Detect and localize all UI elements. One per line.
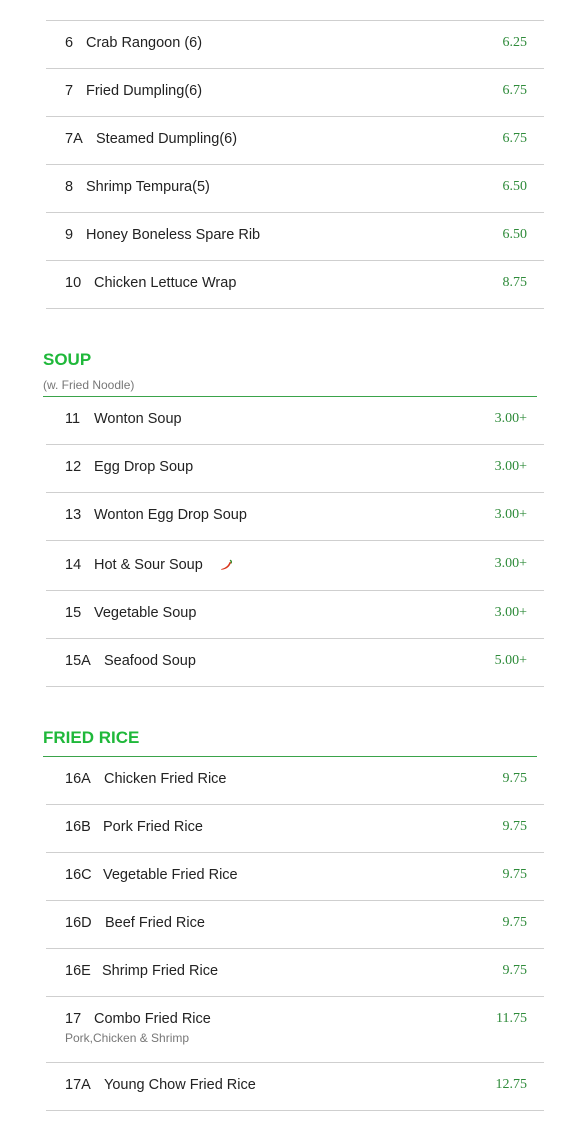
item-name: Shrimp Fried Rice [102, 963, 219, 979]
item-price: 9.75 [502, 867, 528, 882]
item-price: 6.50 [502, 227, 528, 242]
item-price: 12.75 [495, 1077, 528, 1092]
item-price: 5.00+ [494, 653, 527, 668]
item-price: 6.75 [502, 83, 528, 98]
item-price: 9.75 [502, 915, 528, 930]
item-price: 3.00+ [494, 556, 527, 571]
item-number: 16D [65, 915, 92, 931]
item-number: 12 [65, 459, 82, 475]
item-price: 9.75 [502, 771, 528, 786]
item-number: 7A [65, 131, 83, 147]
item-number: 15 [65, 605, 82, 621]
item-name: Combo Fried Rice [94, 1011, 211, 1027]
item-name: Pork Fried Rice [103, 819, 203, 835]
item-name: Crab Rangoon (6) [86, 35, 203, 51]
menu-row-partial [46, 0, 544, 21]
menu-item-12[interactable]: 12 Egg Drop Soup 3.00+ [46, 445, 544, 493]
item-name: Honey Boneless Spare Rib [86, 227, 261, 243]
item-number: 9 [65, 227, 74, 243]
menu-item-9[interactable]: 9 Honey Boneless Spare Rib 6.50 [46, 213, 544, 261]
item-number: 7 [65, 83, 74, 99]
item-number: 16E [65, 963, 91, 979]
menu-item-16e[interactable]: 16E Shrimp Fried Rice 9.75 [46, 949, 544, 997]
menu-item-13[interactable]: 13 Wonton Egg Drop Soup 3.00+ [46, 493, 544, 541]
item-name: Hot & Sour Soup [94, 557, 203, 573]
item-name: Fried Dumpling(6) [86, 83, 203, 99]
item-name: Egg Drop Soup [94, 459, 194, 475]
item-price: 3.00+ [494, 507, 527, 522]
item-price: 3.00+ [494, 605, 527, 620]
chili-pepper-icon [221, 559, 233, 570]
item-description: Pork,Chicken & Shrimp [65, 1031, 190, 1045]
item-number: 13 [65, 507, 82, 523]
item-price: 6.25 [502, 35, 528, 50]
menu-item-11[interactable]: 11 Wonton Soup 3.00+ [46, 397, 544, 445]
item-name: Seafood Soup [104, 653, 196, 669]
item-name: Wonton Soup [94, 411, 182, 427]
item-name: Chicken Lettuce Wrap [94, 275, 237, 291]
menu-item-16a[interactable]: 16A Chicken Fried Rice 9.75 [46, 757, 544, 805]
item-number: 16B [65, 819, 91, 835]
item-price: 3.00+ [494, 459, 527, 474]
item-price: 8.75 [502, 275, 528, 290]
menu-item-14[interactable]: 14 Hot & Sour Soup 3.00+ [46, 541, 544, 591]
item-name: Young Chow Fried Rice [104, 1077, 256, 1093]
item-name: Chicken Fried Rice [104, 771, 227, 787]
item-price: 6.75 [502, 131, 528, 146]
menu-item-15[interactable]: 15 Vegetable Soup 3.00+ [46, 591, 544, 639]
menu-item-6[interactable]: 6 Crab Rangoon (6) 6.25 [46, 21, 544, 69]
item-number: 16C [65, 867, 92, 883]
section-subtitle-soup: (w. Fried Noodle) [43, 378, 135, 392]
menu-item-17[interactable]: 17 Combo Fried Rice Pork,Chicken & Shrim… [46, 997, 544, 1063]
menu-item-16d[interactable]: 16D Beef Fried Rice 9.75 [46, 901, 544, 949]
item-name: Vegetable Soup [94, 605, 197, 621]
menu-item-7[interactable]: 7 Fried Dumpling(6) 6.75 [46, 69, 544, 117]
item-price: 6.50 [502, 179, 528, 194]
item-price: 9.75 [502, 819, 528, 834]
menu-item-16c[interactable]: 16C Vegetable Fried Rice 9.75 [46, 853, 544, 901]
section-title-soup: SOUP [43, 350, 92, 369]
menu-item-8[interactable]: 8 Shrimp Tempura(5) 6.50 [46, 165, 544, 213]
item-price: 11.75 [496, 1011, 527, 1026]
menu-item-10[interactable]: 10 Chicken Lettuce Wrap 8.75 [46, 261, 544, 309]
item-name: Vegetable Fried Rice [103, 867, 238, 883]
item-number: 6 [65, 35, 74, 51]
section-title-fried-rice: FRIED RICE [43, 728, 140, 747]
item-number: 17 [65, 1011, 82, 1027]
menu-item-17a[interactable]: 17A Young Chow Fried Rice 12.75 [46, 1063, 544, 1111]
item-price: 9.75 [502, 963, 528, 978]
menu-item-16b[interactable]: 16B Pork Fried Rice 9.75 [46, 805, 544, 853]
item-number: 15A [65, 653, 91, 669]
item-name: Wonton Egg Drop Soup [94, 507, 247, 523]
item-number: 10 [65, 275, 82, 291]
item-number: 8 [65, 179, 74, 195]
item-name: Beef Fried Rice [105, 915, 205, 931]
item-number: 11 [65, 411, 81, 427]
menu-item-7a[interactable]: 7A Steamed Dumpling(6) 6.75 [46, 117, 544, 165]
item-number: 14 [65, 557, 82, 573]
menu-item-15a[interactable]: 15A Seafood Soup 5.00+ [46, 639, 544, 687]
item-number: 16A [65, 771, 91, 787]
item-name: Steamed Dumpling(6) [96, 131, 238, 147]
item-name: Shrimp Tempura(5) [86, 179, 210, 195]
item-number: 17A [65, 1077, 91, 1093]
item-price: 3.00+ [494, 411, 527, 426]
